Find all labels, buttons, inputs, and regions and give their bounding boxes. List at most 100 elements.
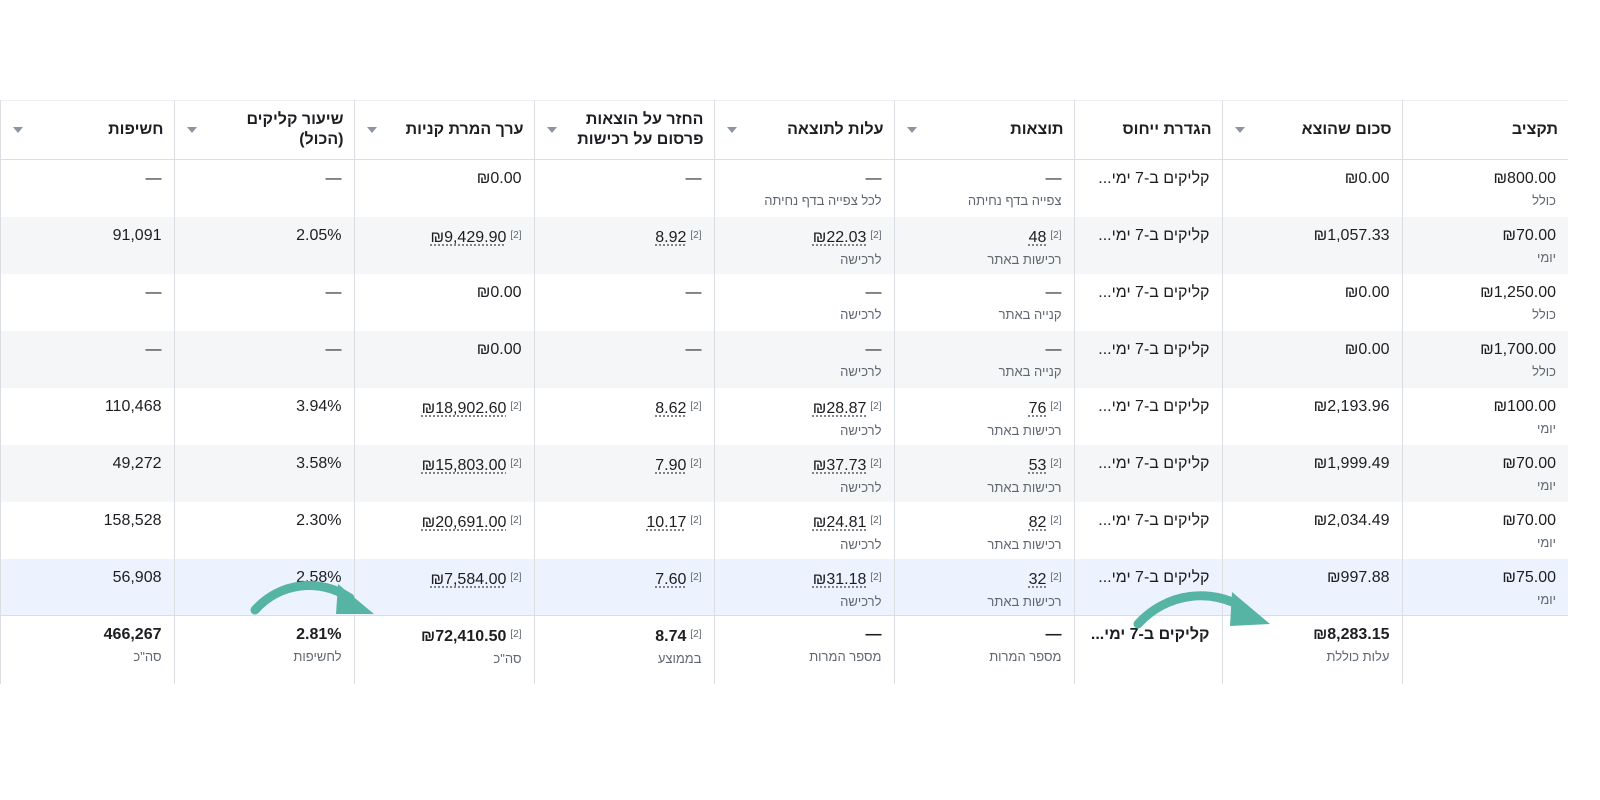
spent-value: ₪2,193.96	[1313, 397, 1390, 415]
impr-cell: 56,908	[0, 558, 174, 616]
roas-value[interactable]: 7.90	[655, 455, 686, 477]
conv-value: ₪0.00	[476, 283, 522, 301]
header-impressions[interactable]: חשיפות	[0, 100, 174, 160]
header-cost-per-result[interactable]: עלות לתוצאה	[713, 100, 894, 160]
conv-cell: [2]₪9,429.90	[353, 216, 534, 274]
conv-value[interactable]: ₪18,902.60	[422, 398, 507, 420]
roas-cell: [2] 10.17	[533, 501, 714, 559]
results-value[interactable]: 76	[1029, 398, 1047, 420]
table-row[interactable]: ₪100.00 יומי ₪2,193.96 קליקים ב-7 ימי... [2]…	[0, 387, 1568, 445]
sort-caret-icon[interactable]	[186, 127, 197, 133]
conv-value[interactable]: ₪9,429.90	[431, 227, 507, 249]
budget-type: יומי	[1536, 420, 1556, 436]
footnote-ref: [2]	[870, 514, 882, 526]
impressions-value: —	[145, 170, 162, 187]
total-roas: 8.74	[655, 628, 687, 645]
results-value[interactable]: 48	[1029, 227, 1047, 249]
table-row[interactable]: ₪1,250.00 כולל ₪0.00 קליקים ב-7 ימי... — קניי…	[0, 273, 1568, 331]
total-impr: 466,267	[103, 626, 162, 643]
cpr-cell: [2]₪37.73 לרכישה	[713, 444, 894, 502]
results-cell: — צפייה בדף נחיתה	[893, 159, 1074, 217]
roas-value[interactable]: 10.17	[646, 512, 686, 534]
cpr-value: —	[865, 170, 882, 187]
footnote-ref: [2]	[510, 400, 522, 412]
footnote-ref: [2]	[1050, 514, 1062, 526]
spent-value: ₪0.00	[1344, 283, 1390, 301]
ctr-value: 3.94%	[296, 397, 342, 415]
results-cell: [2]76 רכישות באתר	[893, 387, 1074, 445]
results-type: רכישות באתר	[987, 251, 1062, 267]
sort-caret-icon[interactable]	[726, 127, 737, 133]
total-results-label: מספר המרות	[989, 649, 1062, 664]
ads-results-table: תקציב סכום שהוצא הגדרת ייחוס תוצאות עלות…	[0, 100, 1568, 684]
table-row[interactable]: ₪70.00 יומי ₪1,057.33 קליקים ב-7 ימי... [2]4…	[0, 216, 1568, 274]
roas-value[interactable]: 8.92	[655, 227, 686, 249]
total-results: —	[1045, 626, 1062, 643]
header-budget[interactable]: תקציב	[1401, 100, 1568, 160]
ctr-value: 2.05%	[296, 226, 342, 244]
footnote-ref: [2]	[1050, 229, 1062, 241]
sort-caret-icon[interactable]	[1234, 127, 1245, 133]
table-row[interactable]: ₪1,700.00 כולל ₪0.00 קליקים ב-7 ימי... — קניי…	[0, 330, 1568, 388]
impressions-value: 49,272	[112, 454, 162, 472]
budget-value: ₪70.00	[1502, 226, 1556, 244]
cpr-value[interactable]: ₪24.81	[813, 512, 867, 534]
cpr-value[interactable]: ₪28.87	[813, 398, 867, 420]
spent-cell: ₪1,057.33	[1221, 216, 1402, 274]
budget-type: יומי	[1536, 477, 1556, 493]
conv-value[interactable]: ₪15,803.00	[422, 455, 507, 477]
attribution-value: קליקים ב-7 ימי...	[1098, 454, 1210, 472]
header-results[interactable]: תוצאות	[893, 100, 1074, 160]
spent-cell: ₪2,034.49	[1221, 501, 1402, 559]
table-row[interactable]: ₪70.00 יומי ₪1,999.49 קליקים ב-7 ימי... [2]5…	[0, 444, 1568, 502]
footnote-ref: [2]	[690, 629, 702, 640]
ads-results-table-wrap: תקציב סכום שהוצא הגדרת ייחוס תוצאות עלות…	[0, 100, 1568, 684]
sort-caret-icon[interactable]	[366, 127, 377, 133]
cpr-value[interactable]: ₪31.18	[813, 569, 867, 591]
footnote-ref: [2]	[1050, 457, 1062, 469]
conv-value[interactable]: ₪20,691.00	[422, 512, 507, 534]
roas-cell: —	[533, 330, 714, 388]
header-roas[interactable]: החזר על הוצאות פרסום על רכישות	[533, 100, 714, 160]
conv-cell: ₪0.00	[353, 330, 534, 388]
ctr-cell: 2.30%	[173, 501, 354, 559]
conv-value[interactable]: ₪7,584.00	[431, 569, 507, 591]
header-spent[interactable]: סכום שהוצא	[1221, 100, 1402, 160]
budget-cell: ₪70.00 יומי	[1401, 501, 1568, 559]
roas-cell: [2] 8.62	[533, 387, 714, 445]
ctr-value: 2.30%	[296, 511, 342, 529]
roas-value[interactable]: 7.60	[655, 569, 686, 591]
results-value[interactable]: 32	[1029, 569, 1047, 591]
header-conversion-value[interactable]: ערך המרת קניות	[353, 100, 534, 160]
total-cpr: —	[865, 626, 882, 643]
conv-cell: [2]₪7,584.00	[353, 558, 534, 616]
attribution-cell: קליקים ב-7 ימי...	[1073, 444, 1222, 502]
table-row[interactable]: ₪75.00 יומי ₪997.88 קליקים ב-7 ימי... [2]32 ר…	[0, 558, 1568, 616]
budget-cell: ₪1,250.00 כולל	[1401, 273, 1568, 331]
budget-value: ₪70.00	[1502, 511, 1556, 529]
table-row[interactable]: ₪70.00 יומי ₪2,034.49 קליקים ב-7 ימי... [2]8…	[0, 501, 1568, 559]
header-label: עלות לתוצאה	[787, 121, 884, 138]
total-ctr-cell: 2.81% לחשיפות	[173, 615, 354, 684]
sort-caret-icon[interactable]	[546, 127, 557, 133]
cpr-cell: [2]₪28.87 לרכישה	[713, 387, 894, 445]
total-roas-label: בממוצע	[657, 651, 702, 666]
table-header-row: תקציב סכום שהוצא הגדרת ייחוס תוצאות עלות…	[0, 100, 1568, 160]
spent-value: ₪0.00	[1344, 170, 1390, 187]
roas-value[interactable]: 8.62	[655, 398, 686, 420]
table-row[interactable]: ₪800.00 כולל ₪0.00 קליקים ב-7 ימי... — צפייה …	[0, 159, 1568, 217]
cpr-type: לכל צפייה בדף נחיתה	[764, 193, 882, 208]
sort-caret-icon[interactable]	[906, 127, 917, 133]
header-attribution[interactable]: הגדרת ייחוס	[1073, 100, 1222, 160]
cpr-value[interactable]: ₪22.03	[813, 227, 867, 249]
header-ctr[interactable]: שיעור קליקים (הכול)	[173, 100, 354, 160]
header-label: ערך המרת קניות	[405, 121, 524, 138]
budget-type: יומי	[1536, 534, 1556, 550]
cpr-value[interactable]: ₪37.73	[813, 455, 867, 477]
results-value[interactable]: 53	[1029, 455, 1047, 477]
sort-caret-icon[interactable]	[12, 127, 23, 133]
results-value[interactable]: 82	[1029, 512, 1047, 534]
total-cpr-cell: — מספר המרות	[713, 615, 894, 684]
results-value: —	[1045, 340, 1062, 358]
footnote-ref: [2]	[870, 400, 882, 412]
